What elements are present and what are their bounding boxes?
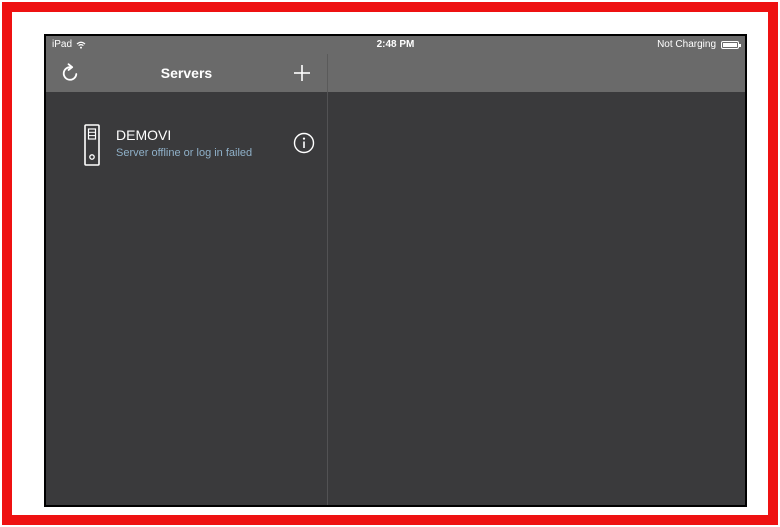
plus-icon xyxy=(294,65,310,81)
page-title: Servers xyxy=(160,65,213,81)
server-list-panel: DEMOVI Server offline or log in failed xyxy=(46,92,327,505)
detail-panel xyxy=(328,92,745,505)
server-info-button[interactable] xyxy=(293,132,315,154)
info-icon xyxy=(293,132,315,154)
status-time: 2:48 PM xyxy=(376,39,415,50)
server-status: Server offline or log in failed xyxy=(116,147,253,159)
sidebar-navbar: Servers xyxy=(46,54,327,92)
app-screen: iPad 2:48 PM Not Charging Servers DEMOVI… xyxy=(46,36,745,505)
charging-label: Not Charging xyxy=(657,39,716,50)
ipad-device: iPad 2:48 PM Not Charging Servers DEMOVI… xyxy=(44,34,747,507)
add-server-button[interactable] xyxy=(290,61,314,85)
server-list-item[interactable]: DEMOVI Server offline or log in failed xyxy=(46,122,327,172)
status-right: Not Charging xyxy=(657,39,741,50)
server-icon xyxy=(84,124,100,166)
server-name: DEMOVI xyxy=(116,127,172,143)
navigation-bar: Servers xyxy=(46,54,745,92)
battery-icon xyxy=(721,40,741,49)
status-bar: iPad 2:48 PM Not Charging xyxy=(46,36,745,54)
detail-navbar xyxy=(328,54,745,92)
